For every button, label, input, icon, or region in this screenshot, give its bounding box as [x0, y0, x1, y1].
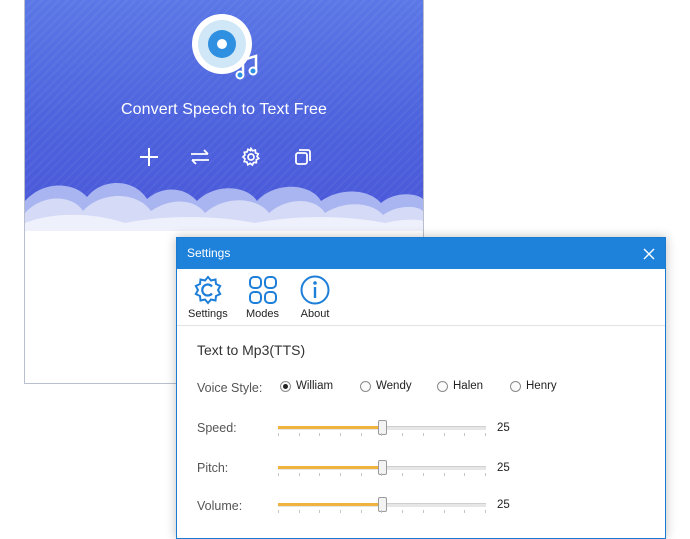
slider-ticks [278, 433, 486, 436]
toolbar-settings-label: Settings [188, 308, 228, 320]
info-icon [300, 275, 330, 305]
radio-button[interactable] [360, 380, 371, 392]
voice-option-label: Wendy [376, 380, 412, 392]
slider-tick [484, 433, 486, 436]
slider-tick [319, 510, 321, 513]
slider-tick [298, 473, 300, 476]
app-tagline: Convert Speech to Text Free [120, 101, 328, 118]
speed-label: Speed: [197, 421, 237, 435]
slider-tick [484, 473, 486, 476]
swap-arrows-icon [191, 149, 209, 165]
close-icon [643, 248, 655, 259]
dialog-toolbar: Settings Modes About [177, 269, 665, 326]
speed-value: 25 [497, 422, 510, 434]
slider-tick [360, 433, 362, 436]
slider-tick [422, 473, 424, 476]
settings-dialog: Settings Settings Modes About Text to Mp… [176, 237, 666, 539]
toolbar-about-button[interactable]: About [299, 274, 331, 320]
slider-tick [443, 510, 445, 513]
volume-value: 25 [497, 499, 510, 511]
voice-style-label: Voice Style: [197, 381, 263, 395]
window-button[interactable] [290, 144, 316, 170]
slider-fill [278, 426, 382, 429]
section-title: Text to Mp3(TTS) [197, 342, 306, 358]
radio-button[interactable] [510, 380, 521, 392]
voice-option-halen[interactable]: Halen [437, 380, 483, 392]
close-button[interactable] [633, 238, 665, 269]
speed-slider[interactable] [278, 420, 486, 436]
slider-tick [278, 510, 279, 513]
toolbar-modes-label: Modes [246, 308, 280, 320]
slider-ticks [278, 510, 486, 513]
slider-tick [340, 433, 342, 436]
slider-tick [443, 473, 445, 476]
voice-option-label: Halen [453, 380, 484, 392]
pitch-label: Pitch: [197, 461, 229, 475]
slider-tick [319, 433, 321, 436]
gear-icon [241, 147, 261, 167]
volume-label: Volume: [197, 499, 243, 513]
slider-tick [278, 473, 279, 476]
settings-button[interactable] [238, 144, 264, 170]
slider-tick [464, 510, 466, 513]
radio-button[interactable] [437, 380, 448, 392]
convert-button[interactable] [187, 144, 213, 170]
slider-tick [278, 433, 279, 436]
music-disc-logo-icon [192, 14, 258, 80]
voice-option-label: Henry [526, 380, 557, 392]
voice-option-wendy[interactable]: Wendy [360, 380, 412, 392]
voice-option-william[interactable]: William [280, 380, 333, 392]
toolbar-settings-button[interactable]: Settings [188, 274, 228, 320]
clouds-decoration [25, 182, 423, 231]
slider-tick [381, 433, 383, 436]
slider-tick [443, 433, 445, 436]
slider-tick [484, 510, 486, 513]
slider-tick [402, 433, 404, 436]
voice-option-label: William [296, 380, 334, 392]
slider-tick [340, 473, 342, 476]
slider-tick [360, 473, 362, 476]
slider-tick [298, 510, 300, 513]
slider-tick [381, 510, 383, 513]
slider-tick [402, 510, 404, 513]
slider-fill [278, 466, 382, 469]
slider-tick [319, 473, 321, 476]
slider-tick [298, 433, 300, 436]
pitch-value: 25 [497, 462, 510, 474]
toolbar-modes-button[interactable]: Modes [246, 274, 279, 320]
slider-fill [278, 503, 382, 506]
slider-tick [464, 433, 466, 436]
plus-icon [140, 148, 158, 166]
slider-tick [402, 473, 404, 476]
slider-tick [381, 473, 383, 476]
slider-tick [422, 510, 424, 513]
slider-tick [360, 510, 362, 513]
volume-slider[interactable] [278, 497, 486, 513]
dialog-title: Settings [187, 246, 231, 260]
dialog-title-bar[interactable]: Settings [177, 238, 665, 269]
add-button[interactable] [136, 144, 162, 170]
modes-grid-icon [248, 276, 277, 304]
pitch-slider[interactable] [278, 460, 486, 476]
copy-window-icon [295, 149, 311, 165]
toolbar-about-label: About [300, 308, 330, 320]
slider-tick [464, 473, 466, 476]
voice-option-henry[interactable]: Henry [510, 380, 557, 392]
radio-button[interactable] [280, 380, 291, 392]
slider-ticks [278, 473, 486, 476]
slider-tick [340, 510, 342, 513]
app-hero-banner: Convert Speech to Text Free [25, 0, 423, 231]
settings-gear-icon [194, 275, 222, 305]
slider-tick [422, 433, 424, 436]
